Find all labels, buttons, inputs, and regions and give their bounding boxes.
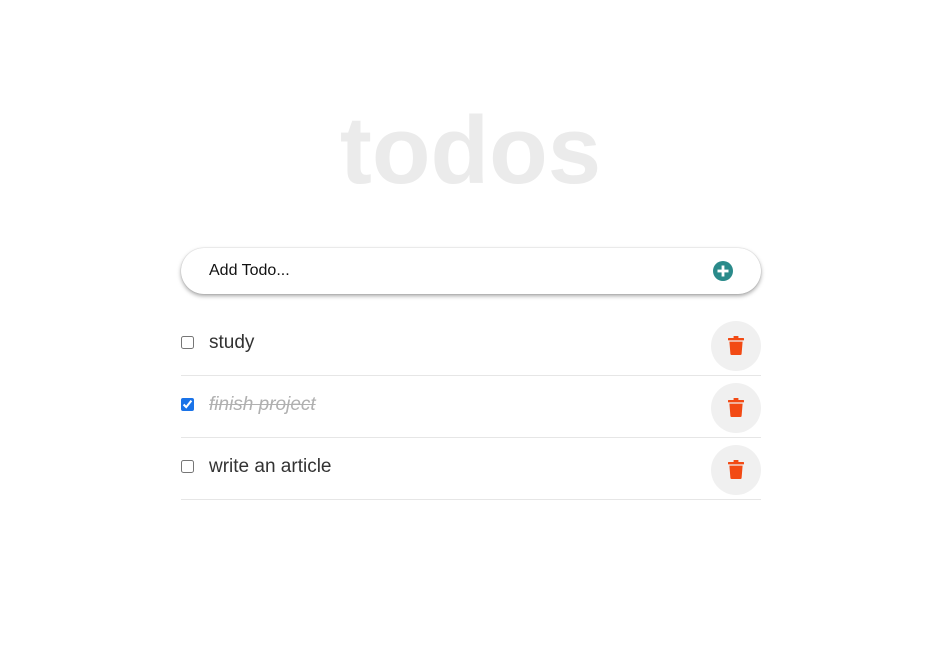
todo-label: write an article (209, 456, 332, 477)
todo-item: study (181, 314, 761, 376)
trash-icon (728, 398, 744, 417)
todo-label: finish project (209, 394, 316, 415)
add-todo-bar (181, 248, 761, 294)
plus-circle-icon[interactable] (713, 261, 733, 281)
todo-label: study (209, 332, 255, 353)
todo-checkbox[interactable] (181, 398, 194, 411)
todo-checkbox[interactable] (181, 336, 194, 349)
todo-list: study finish project write an article (181, 314, 761, 500)
delete-button[interactable] (711, 321, 761, 371)
todo-app: todos study finish project (0, 0, 941, 655)
todo-checkbox[interactable] (181, 460, 194, 473)
delete-button[interactable] (711, 383, 761, 433)
add-todo-input[interactable] (209, 248, 689, 294)
todo-item: finish project (181, 376, 761, 438)
todo-item: write an article (181, 438, 761, 500)
trash-icon (728, 336, 744, 355)
trash-icon (728, 460, 744, 479)
page-title: todos (339, 97, 602, 204)
delete-button[interactable] (711, 445, 761, 495)
